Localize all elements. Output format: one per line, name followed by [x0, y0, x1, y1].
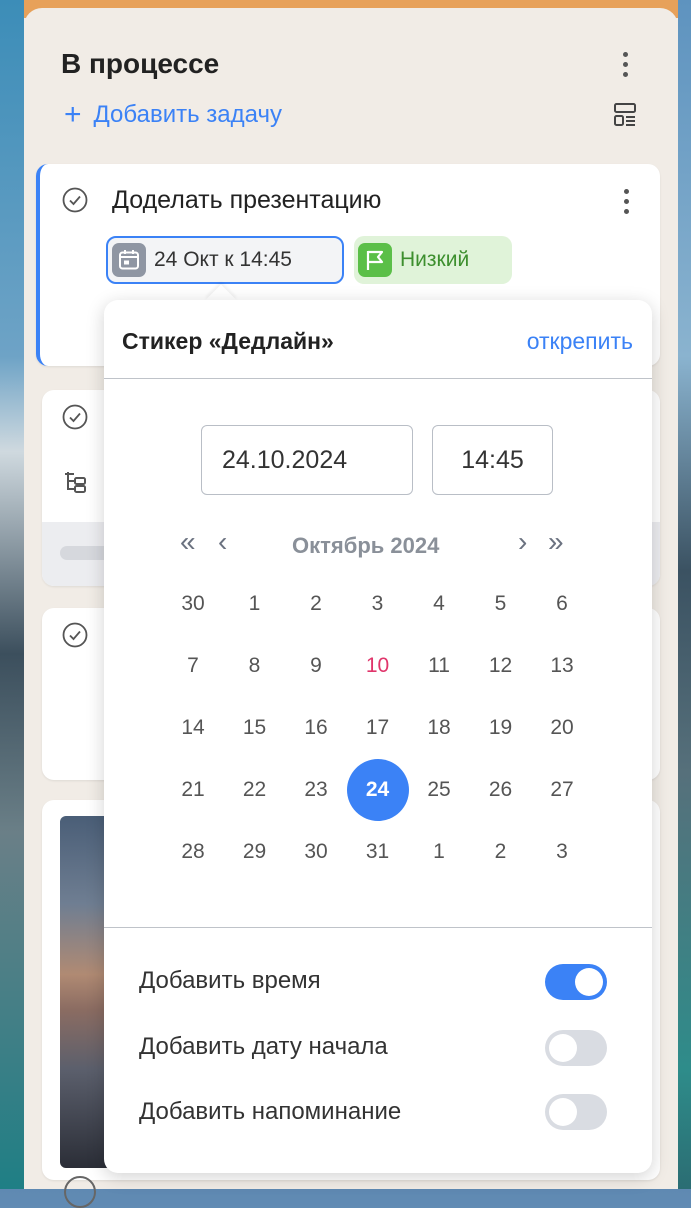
calendar-day[interactable]: 17 — [347, 697, 409, 759]
calendar-day[interactable]: 21 — [162, 759, 224, 821]
calendar-day[interactable]: 25 — [408, 759, 470, 821]
priority-chip-label: Низкий — [400, 248, 470, 271]
prev-year-button[interactable]: « — [180, 528, 196, 556]
calendar-day[interactable]: 9 — [285, 635, 347, 697]
calendar-week: 21 22 23 24 25 26 27 — [162, 759, 602, 821]
add-task-label: Добавить задачу — [93, 101, 282, 128]
calendar-day[interactable]: 30 — [285, 821, 347, 883]
calendar-day[interactable]: 18 — [408, 697, 470, 759]
check-circle-icon[interactable] — [62, 187, 88, 213]
time-input[interactable]: 14:45 — [432, 425, 553, 495]
calendar-day[interactable]: 2 — [285, 573, 347, 635]
calendar-day[interactable]: 23 — [285, 759, 347, 821]
calendar-day[interactable]: 27 — [531, 759, 593, 821]
divider — [104, 378, 652, 379]
calendar-day[interactable]: 30 — [162, 573, 224, 635]
calendar-day[interactable]: 28 — [162, 821, 224, 883]
deadline-chip-label: 24 Окт к 14:45 — [154, 248, 292, 271]
calendar-day[interactable]: 4 — [408, 573, 470, 635]
calendar-day[interactable]: 29 — [224, 821, 286, 883]
next-year-button[interactable]: » — [548, 528, 564, 556]
check-circle-icon[interactable] — [62, 404, 88, 430]
calendar-day[interactable]: 19 — [470, 697, 532, 759]
add-time-toggle[interactable] — [545, 964, 607, 1000]
calendar-week: 30 1 2 3 4 5 6 — [162, 573, 602, 635]
task-more-icon[interactable] — [614, 184, 638, 218]
plus-icon: + — [64, 98, 82, 131]
option-add-time-label: Добавить время — [139, 967, 321, 994]
add-task-button[interactable]: + Добавить задачу — [64, 100, 282, 130]
divider — [104, 927, 652, 928]
calendar-day[interactable]: 11 — [408, 635, 470, 697]
calendar-day[interactable]: 1 — [224, 573, 286, 635]
calendar-day[interactable]: 14 — [162, 697, 224, 759]
calendar-day[interactable]: 1 — [408, 821, 470, 883]
calendar-week: 7 8 9 10 11 12 13 — [162, 635, 602, 697]
calendar-day[interactable]: 5 — [470, 573, 532, 635]
calendar-grid: 30 1 2 3 4 5 6 7 8 9 10 11 12 13 14 15 16 17 18 19 20 21 22 23 2… — [162, 573, 602, 883]
calendar-day[interactable]: 22 — [224, 759, 286, 821]
column-color-bar — [24, 0, 678, 28]
option-add-reminder-label: Добавить напоминание — [139, 1098, 402, 1125]
task-title[interactable]: Доделать презентацию — [112, 186, 381, 215]
priority-chip[interactable]: Низкий — [354, 236, 512, 284]
calendar-day[interactable]: 2 — [470, 821, 532, 883]
unpin-link[interactable]: открепить — [527, 328, 633, 355]
calendar-week: 14 15 16 17 18 19 20 — [162, 697, 602, 759]
popup-title: Стикер «Дедлайн» — [122, 328, 334, 354]
calendar-day[interactable]: 3 — [531, 821, 593, 883]
column-more-icon[interactable] — [613, 46, 637, 82]
column-title: В процессе — [61, 48, 220, 79]
subtasks-icon — [65, 472, 86, 493]
option-add-start-date-label: Добавить дату начала — [139, 1033, 388, 1060]
calendar-day[interactable]: 7 — [162, 635, 224, 697]
check-circle-icon[interactable] — [64, 1176, 96, 1208]
calendar-day[interactable]: 24 — [346, 759, 409, 821]
date-input[interactable]: 24.10.2024 — [201, 425, 413, 495]
calendar-day[interactable]: 31 — [347, 821, 409, 883]
card-layout-icon[interactable] — [614, 103, 636, 127]
add-start-date-toggle[interactable] — [545, 1030, 607, 1066]
next-month-button[interactable]: › — [518, 528, 527, 556]
add-reminder-toggle[interactable] — [545, 1094, 607, 1130]
calendar-day[interactable]: 15 — [224, 697, 286, 759]
calendar-day[interactable]: 6 — [531, 573, 593, 635]
calendar-day[interactable]: 26 — [470, 759, 532, 821]
prev-month-button[interactable]: ‹ — [218, 528, 227, 556]
calendar-day[interactable]: 13 — [531, 635, 593, 697]
calendar-day[interactable]: 8 — [224, 635, 286, 697]
flag-icon — [358, 243, 392, 277]
month-label[interactable]: Октябрь 2024 — [292, 533, 439, 559]
calendar-day[interactable]: 20 — [531, 697, 593, 759]
calendar-week: 28 29 30 31 1 2 3 — [162, 821, 602, 883]
calendar-icon — [112, 243, 146, 277]
calendar-day[interactable]: 12 — [470, 635, 532, 697]
calendar-day[interactable]: 10 — [347, 635, 409, 697]
calendar-day[interactable]: 3 — [347, 573, 409, 635]
check-circle-icon[interactable] — [62, 622, 88, 648]
deadline-chip[interactable]: 24 Окт к 14:45 — [106, 236, 344, 284]
calendar-day[interactable]: 16 — [285, 697, 347, 759]
